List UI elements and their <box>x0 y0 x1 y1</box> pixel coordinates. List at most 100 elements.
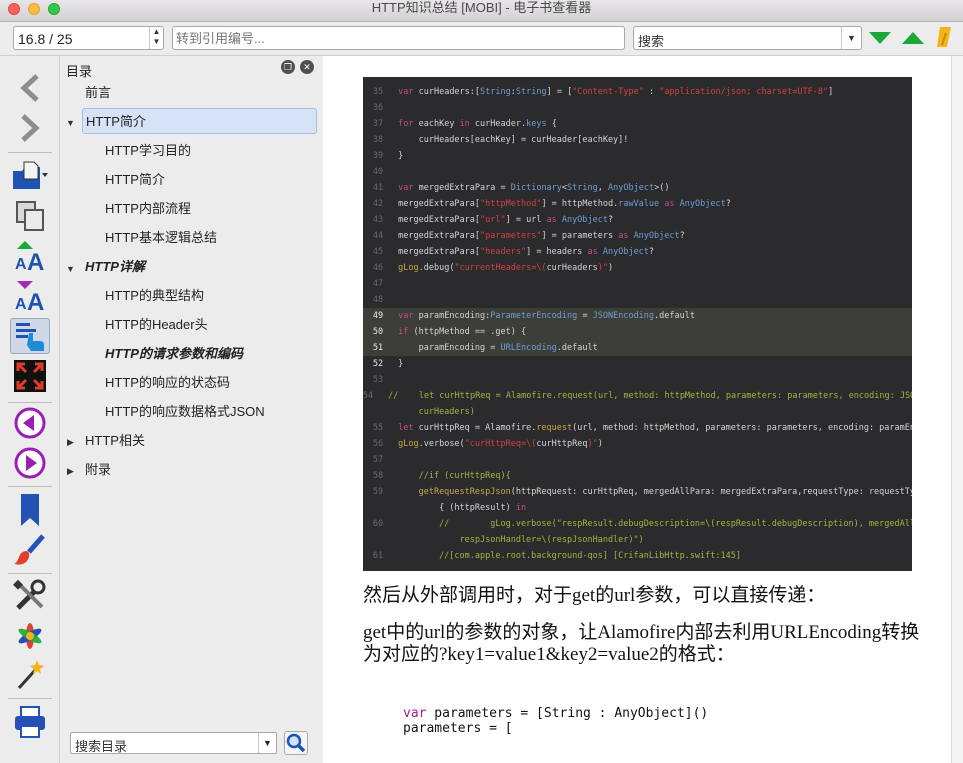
expand-down-icon[interactable]: ▼ <box>66 118 75 128</box>
toolbar: 16.8 / 25 ▲▼ 搜索 ▼ <box>0 22 963 56</box>
code-text: parameters = [String : AnyObject]() <box>426 706 709 721</box>
code-line: 58 //if (curHttpReq){ <box>363 469 511 483</box>
code-line: 54 // let curHttpReq = Alamofire.request… <box>363 389 912 403</box>
svg-text:A: A <box>15 256 27 273</box>
toc-item-request-params[interactable]: HTTP的请求参数和编码 <box>105 341 243 367</box>
paragraph-2: get中的url的参数的对象，让Alamofire内部去利用URLEncodin… <box>363 622 920 665</box>
toc-search-label: 搜索目录 <box>75 739 128 754</box>
line-number: 55 <box>372 423 384 433</box>
code-line: 61 //[com.apple.root.background-qos] [Cr… <box>363 549 741 563</box>
previous-section-button[interactable] <box>10 405 50 441</box>
line-number: 44 <box>372 231 384 241</box>
toc-item-http-summary[interactable]: HTTP简介 <box>105 167 165 193</box>
page-position-value: 16.8 / 25 <box>18 31 73 47</box>
toc-item-basic-logic[interactable]: HTTP基本逻辑总结 <box>105 225 217 251</box>
toc-button[interactable] <box>10 318 50 354</box>
chevron-down-icon[interactable]: ▼ <box>258 733 276 753</box>
line-number: 36 <box>372 103 384 113</box>
code-line: 46 gLog.debug("currentHeaders=\(curHeade… <box>363 261 613 275</box>
line-number: 51 <box>372 343 384 353</box>
code-line: 36 <box>363 101 398 115</box>
line-number: 58 <box>372 471 384 481</box>
vertical-scrollbar[interactable] <box>951 56 963 763</box>
back-button[interactable] <box>10 70 50 106</box>
line-number: 50 <box>372 327 384 337</box>
fullscreen-button[interactable] <box>10 358 50 394</box>
open-book-icon <box>13 161 48 189</box>
line-number: 38 <box>372 135 384 145</box>
toc-item-typical-structure[interactable]: HTTP的典型结构 <box>105 283 204 309</box>
tools-button[interactable] <box>10 578 50 614</box>
toc-item-internal-flow[interactable]: HTTP内部流程 <box>105 196 191 222</box>
page-position-spinbox[interactable]: 16.8 / 25 ▲ ▼ <box>13 26 164 50</box>
forward-button[interactable] <box>10 110 50 146</box>
copy-button[interactable] <box>10 198 50 234</box>
magnifier-icon <box>286 733 306 753</box>
line-number: 40 <box>372 167 384 177</box>
toc-item-header[interactable]: HTTP的Header头 <box>105 312 208 338</box>
copy-icon <box>16 201 44 231</box>
line-number: 48 <box>372 295 384 305</box>
line-number: 39 <box>372 151 384 161</box>
toc-item-http-related[interactable]: HTTP相关 <box>85 428 145 454</box>
expand-right-icon[interactable]: ▶ <box>67 466 74 477</box>
toc-search-combobox[interactable]: 搜索目录 ▼ <box>70 732 277 754</box>
line-number: 47 <box>372 279 384 289</box>
toc-item-status-code[interactable]: HTTP的响应的状态码 <box>105 370 230 396</box>
toc-item-http-detail[interactable]: HTTP详解 <box>85 254 145 280</box>
toc-item-appendix[interactable]: 附录 <box>85 457 111 483</box>
toc-search-button[interactable] <box>284 731 308 755</box>
find-previous-icon[interactable] <box>900 28 926 48</box>
forward-icon <box>21 114 40 142</box>
line-number: 41 <box>372 183 384 193</box>
references-button[interactable] <box>10 618 50 654</box>
toc-item-json-format[interactable]: HTTP的响应数据格式JSON <box>105 399 265 425</box>
reference-input[interactable] <box>172 26 625 50</box>
font-smaller-button[interactable]: AA <box>10 278 50 314</box>
code-line: 35 var curHeaders:[String:String] = ["Co… <box>363 85 833 99</box>
svg-text:A: A <box>27 289 44 313</box>
toc-item-preface[interactable]: 前言 <box>85 80 111 106</box>
reference-input-field[interactable] <box>173 27 624 49</box>
code-line: respJsonHandler=\(respJsonHandler)") <box>398 535 644 545</box>
window-maximize-button[interactable] <box>48 3 60 15</box>
code-line: 60 // gLog.verbose("respResult.debugDesc… <box>363 517 912 531</box>
line-number: 43 <box>372 215 384 225</box>
svg-text:A: A <box>27 249 44 273</box>
window-minimize-button[interactable] <box>28 3 40 15</box>
font-larger-button[interactable]: AA <box>10 238 50 274</box>
library-icon[interactable] <box>934 25 956 51</box>
next-section-button[interactable] <box>10 445 50 481</box>
code-screenshot-image: 35 var curHeaders:[String:String] = ["Co… <box>363 77 912 571</box>
window-close-button[interactable] <box>8 3 20 15</box>
toc-close-button[interactable]: ✕ <box>300 60 314 74</box>
font-larger-icon: AA <box>15 241 44 273</box>
spin-arrows[interactable]: ▲ ▼ <box>149 27 163 49</box>
toc-item-learning-purpose[interactable]: HTTP学习目的 <box>105 138 191 164</box>
toc-panel: 目录 ❐ ✕ 前言 ▼ HTTP简介 HTTP学习目的 HTTP简介 HTTP内… <box>61 56 383 763</box>
code-line: 42 mergedExtraPara["httpMethod"] = httpM… <box>363 197 731 211</box>
line-number: 42 <box>372 199 384 209</box>
expand-down-icon[interactable]: ▼ <box>66 264 75 274</box>
chevron-down-icon[interactable]: ▼ <box>841 27 861 49</box>
toc-item-http-intro[interactable]: HTTP简介 <box>82 108 317 134</box>
code-line: 45 mergedExtraPara["headers"] = headers … <box>363 245 654 259</box>
toc-icon <box>16 323 44 351</box>
magic-button[interactable] <box>10 656 50 692</box>
code-line: 56 gLog.verbose("curHttpReq=\(curHttpReq… <box>363 437 603 451</box>
line-number: 56 <box>372 439 384 449</box>
print-button[interactable] <box>10 704 50 740</box>
open-book-button[interactable] <box>10 158 50 194</box>
line-number: 59 <box>372 487 384 497</box>
bookmark-icon <box>21 494 39 526</box>
code-line: 53 <box>363 373 398 387</box>
bookmark-button[interactable] <box>10 492 50 528</box>
expand-right-icon[interactable]: ▶ <box>67 437 74 448</box>
toc-float-button[interactable]: ❐ <box>281 60 295 74</box>
code-line: 47 <box>363 277 398 291</box>
line-number: 53 <box>372 375 384 385</box>
find-next-icon[interactable] <box>867 28 893 48</box>
theme-button[interactable] <box>10 532 50 568</box>
code-line: 39 } <box>363 149 403 163</box>
search-combobox[interactable]: 搜索 ▼ <box>633 26 862 50</box>
